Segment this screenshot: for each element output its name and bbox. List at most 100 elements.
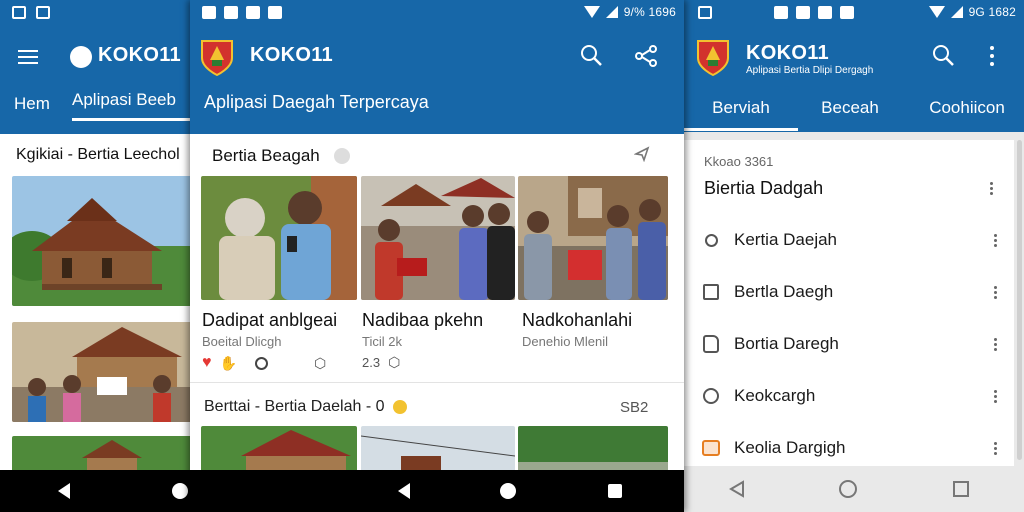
wifi-icon: [928, 6, 945, 18]
more-vert-icon[interactable]: [994, 389, 998, 403]
timer-icon: [700, 388, 722, 404]
second-section-header: Berttai - Bertia Daelah - 0: [204, 398, 407, 416]
home-icon[interactable]: [838, 479, 858, 499]
second-section-title: Berttai - Bertia Daelah - 0: [204, 398, 385, 415]
more-vert-icon[interactable]: [994, 285, 998, 299]
clock-icon: [700, 233, 722, 247]
list-header-title: Biertia Dadgah: [704, 178, 824, 198]
more-vert-icon[interactable]: [990, 182, 994, 195]
app-subtitle: Aplipasi Daegah Terpercaya: [204, 92, 429, 112]
app-logo-icon: [201, 40, 233, 76]
system-nav-bar: [190, 470, 684, 512]
card-image-3[interactable]: [518, 176, 668, 300]
search-icon[interactable]: [932, 44, 956, 68]
list-card: Kkoao 3361 Biertia Dadgah Kertia Daejah …: [684, 140, 1014, 470]
more-vert-icon[interactable]: [994, 441, 998, 455]
menu-icon[interactable]: [18, 46, 38, 68]
wifi-icon: [583, 6, 600, 18]
notification-icon: [698, 6, 712, 19]
app-title: KOKO11: [250, 44, 333, 66]
tab-aplipasi[interactable]: Aplipasi Beeb: [72, 90, 190, 121]
list-item[interactable]: Keokcargh: [700, 370, 998, 422]
card-image-5[interactable]: [361, 426, 515, 476]
notification-icon: [36, 6, 50, 19]
emoji-icon: [392, 400, 407, 414]
system-nav-bar: [0, 470, 190, 512]
tab-berviah[interactable]: Berviah: [684, 98, 798, 131]
section-header: Kgikiai - Bertia Leechol: [16, 146, 180, 163]
more-vert-icon[interactable]: [994, 337, 998, 351]
screen-right: 9G 1682 KOKO11 Aplipasi Bertia Dlipi Der…: [684, 0, 1024, 512]
card-title-1[interactable]: Dadipat anblgeai: [202, 310, 337, 331]
screen-left: KOKO11 Hem Aplipasi Beeb Kgikiai - Berti…: [0, 0, 190, 512]
signal-icon: [605, 6, 618, 18]
location-icon: ⬡: [313, 354, 327, 371]
section-header: Bertia Beagah: [212, 146, 350, 166]
list-item[interactable]: Bortia Daregh: [700, 318, 998, 370]
app-title: KOKO11: [98, 44, 181, 66]
app-bar: KOKO11 Hem Aplipasi Beeb: [0, 26, 190, 134]
card-subtitle-2: Ticil 2k: [362, 334, 402, 349]
card-title-2[interactable]: Nadibaa pkehn: [362, 310, 483, 331]
card-subtitle-1: Boeital Dlicgh: [202, 334, 282, 349]
list-item[interactable]: Bertla Daegh: [700, 266, 998, 318]
search-icon[interactable]: [580, 44, 602, 66]
notification-icon: [224, 6, 238, 19]
app-bar: KOKO11 Aplipasi Daegah Terpercaya: [190, 26, 684, 134]
calendar-icon: [700, 284, 722, 300]
screen-center: 9/% 1696 KOKO11 Aplipasi Daegah Terperca…: [190, 0, 684, 512]
list-item-label: Bertla Daegh: [734, 282, 834, 301]
card-image-4[interactable]: [201, 426, 357, 476]
card-title-3[interactable]: Nadkohanlahi: [522, 310, 632, 331]
back-icon[interactable]: [58, 483, 70, 499]
home-icon[interactable]: [500, 483, 516, 499]
news-image-house[interactable]: [12, 176, 190, 306]
list-item-label: Keolia Dargigh: [734, 438, 846, 457]
tab-beceah[interactable]: Beceah: [800, 98, 900, 118]
tab-hem[interactable]: Hem: [14, 94, 50, 114]
card-meta-value: 2.3: [362, 355, 381, 370]
list-item[interactable]: Kertia Daejah: [700, 214, 998, 266]
app-logo-icon: [70, 46, 92, 68]
list-item-label: Bortia Daregh: [734, 334, 839, 353]
recents-icon[interactable]: [952, 480, 970, 498]
signal-icon: [950, 6, 963, 18]
card-image-6[interactable]: [518, 426, 668, 476]
card-image-2[interactable]: [361, 176, 515, 300]
bag-icon: [700, 440, 722, 456]
status-time: 9G 1682: [968, 5, 1016, 19]
send-icon[interactable]: [633, 146, 650, 167]
home-icon[interactable]: [172, 483, 188, 499]
card-meta-1: ♥ ✋ ⬡: [202, 354, 326, 372]
notification-icon: [840, 6, 854, 19]
card-image-1[interactable]: [201, 176, 357, 300]
list-item-label: Kertia Daejah: [734, 230, 838, 249]
notification-icon: [818, 6, 832, 19]
second-section-count: SB2: [620, 399, 649, 416]
folder-icon: [700, 335, 722, 353]
recents-icon[interactable]: [608, 484, 622, 498]
more-vert-icon[interactable]: [994, 233, 998, 247]
system-nav-bar: [684, 466, 1024, 512]
list-header-small: Kkoao 3361: [704, 154, 774, 169]
status-bar: 9G 1682: [684, 0, 1024, 26]
card-subtitle-3: Denehio Mlenil: [522, 334, 608, 349]
status-bar: 9/% 1696: [190, 0, 684, 26]
list-header[interactable]: Biertia Dadgah: [704, 178, 994, 199]
list-item-label: Keokcargh: [734, 386, 816, 405]
status-time: 9/% 1696: [623, 5, 676, 19]
back-icon[interactable]: [728, 480, 746, 498]
scrollbar[interactable]: [1017, 140, 1022, 460]
news-image-crowd[interactable]: [12, 322, 190, 422]
tab-coohiicon[interactable]: Coohiicon: [912, 98, 1022, 118]
status-dot-icon: [333, 148, 350, 164]
heart-icon[interactable]: ♥: [202, 354, 212, 372]
back-icon[interactable]: [398, 483, 410, 499]
share-icon[interactable]: [634, 44, 658, 68]
more-vert-icon[interactable]: [990, 46, 996, 66]
badge-icon: ⬡: [388, 354, 401, 370]
app-title: KOKO11: [746, 42, 829, 64]
app-logo-icon: [697, 40, 729, 76]
notification-icon: [12, 6, 26, 19]
notification-icon: [774, 6, 788, 19]
